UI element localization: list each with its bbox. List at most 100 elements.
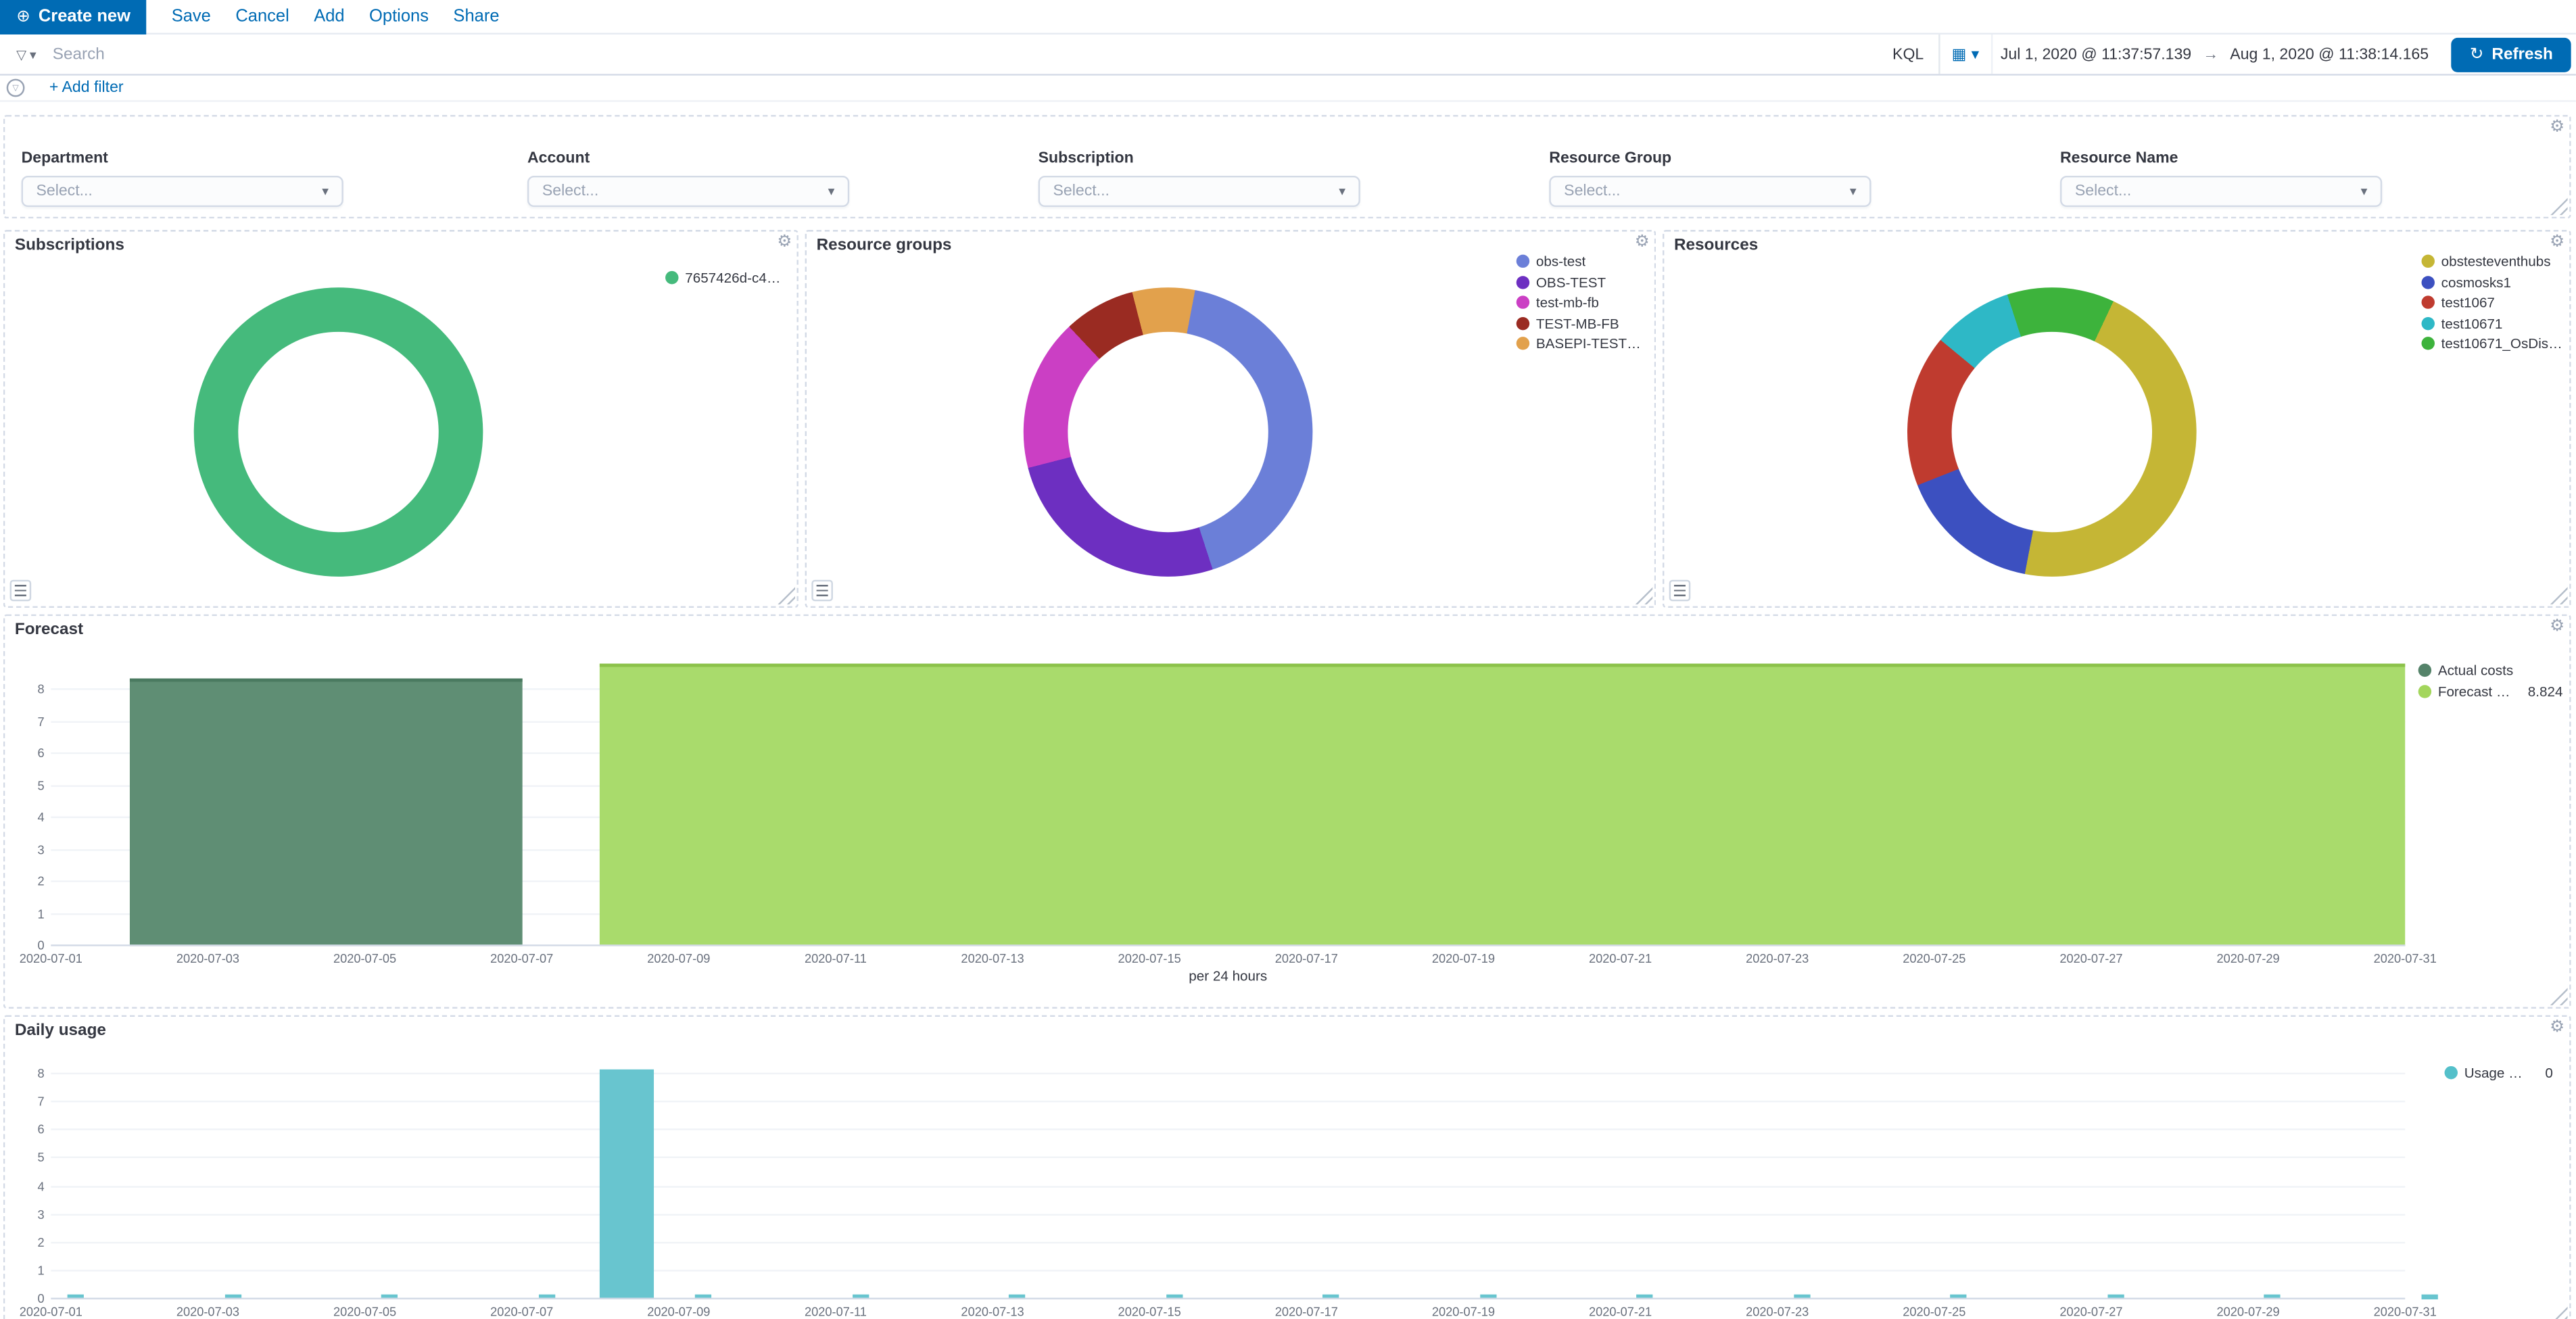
legend-dot-icon <box>1517 316 1529 329</box>
y-axis-tick: 2 <box>8 874 44 889</box>
y-axis-tick: 3 <box>8 1207 44 1222</box>
x-axis-tick: 2020-07-11 <box>794 1304 876 1319</box>
forecast-plot-area[interactable]: 0123456782020-07-012020-07-032020-07-052… <box>51 658 2405 946</box>
add-button[interactable]: Add <box>314 7 344 26</box>
panel-gear-icon[interactable]: ⚙ <box>1635 233 1650 251</box>
legend-dot-icon <box>665 272 678 285</box>
subscriptions-donut-chart[interactable] <box>194 287 483 577</box>
y-axis-tick: 4 <box>8 1179 44 1194</box>
legend-item[interactable]: test10671 <box>2422 313 2563 333</box>
panel-gear-icon[interactable]: ⚙ <box>777 233 792 251</box>
legend-item[interactable]: TEST-MB-FB <box>1517 313 1645 333</box>
panel-resize-handle[interactable] <box>1635 586 1653 604</box>
y-axis-tick: 8 <box>8 682 44 697</box>
x-axis-tick: 2020-07-07 <box>481 951 563 966</box>
filter-options-icon[interactable]: ▽ <box>7 79 25 97</box>
subscriptions-legend: 7657426d-c4c3-44… <box>665 268 787 288</box>
share-button[interactable]: Share <box>453 7 499 26</box>
chevron-down-icon: ▾ <box>828 184 835 199</box>
department-select[interactable]: Select... ▾ <box>22 176 343 207</box>
list-icon <box>1674 585 1686 596</box>
kql-button[interactable]: KQL <box>1878 45 1938 64</box>
panel-title: Resource groups <box>817 237 952 255</box>
legend-dot-icon <box>2422 296 2435 309</box>
panel-title: Forecast <box>15 621 83 639</box>
chevron-down-icon: ▾ <box>30 47 37 62</box>
panel-gear-icon[interactable]: ⚙ <box>2550 118 2565 137</box>
add-filter-button[interactable]: + Add filter <box>49 79 124 97</box>
refresh-icon: ↻ <box>2470 45 2483 64</box>
x-axis-tick: 2020-07-23 <box>1736 951 1818 966</box>
legend-item[interactable]: Actual costs <box>2418 661 2563 681</box>
legend-toggle-button[interactable] <box>811 580 833 602</box>
legend-dot-icon <box>1517 255 1529 268</box>
legend-item[interactable]: OBS-TEST <box>1517 272 1645 292</box>
panel-gear-icon[interactable]: ⚙ <box>2550 1018 2565 1036</box>
resource-name-select[interactable]: Select... ▾ <box>2060 176 2382 207</box>
chevron-down-icon: ▾ <box>1850 184 1857 199</box>
filter-bar: ▽ + Add filter <box>0 76 2576 102</box>
x-axis-tick: 2020-07-21 <box>1579 951 1661 966</box>
control-label: Resource Group <box>1549 149 1871 168</box>
control-label: Account <box>527 149 849 168</box>
x-axis-tick: 2020-07-05 <box>324 1304 406 1319</box>
search-input[interactable] <box>53 34 1878 74</box>
panel-gear-icon[interactable]: ⚙ <box>2550 618 2565 636</box>
control-resource-name: Resource Name Select... ▾ <box>2060 149 2382 207</box>
usage-bar <box>600 1069 654 1299</box>
x-axis-tick: 2020-07-09 <box>638 1304 719 1319</box>
legend-toggle-button[interactable] <box>10 580 32 602</box>
legend-dot-icon <box>2422 276 2435 289</box>
panel-resize-handle[interactable] <box>777 586 795 604</box>
donut-hole <box>1068 332 1268 532</box>
subscription-select[interactable]: Select... ▾ <box>1039 176 1360 207</box>
legend-item[interactable]: cosmosks1 <box>2422 272 2563 292</box>
x-axis-tick: 2020-07-17 <box>1266 1304 1347 1319</box>
legend-item[interactable]: BASEPI-TESTING <box>1517 333 1645 354</box>
panel-title: Subscriptions <box>15 237 124 255</box>
legend-label: test10671 <box>2441 315 2503 331</box>
resources-donut-chart[interactable] <box>1907 287 2197 577</box>
panel-resize-handle[interactable] <box>2550 197 2568 216</box>
legend-toggle-button[interactable] <box>1669 580 1691 602</box>
refresh-button[interactable]: ↻ Refresh <box>2452 37 2571 72</box>
legend-item[interactable]: Forecast costs8.824 <box>2418 681 2563 701</box>
legend-item[interactable]: Usage Details0 <box>2445 1063 2553 1083</box>
date-range-end[interactable]: Aug 1, 2020 @ 11:38:14.165 <box>2222 45 2437 64</box>
x-axis-tick: 2020-07-19 <box>1423 951 1504 966</box>
legend-item[interactable]: 7657426d-c4c3-44… <box>665 268 787 288</box>
cancel-button[interactable]: Cancel <box>235 7 289 26</box>
x-axis-tick: 2020-07-27 <box>2050 1304 2132 1319</box>
select-placeholder: Select... <box>1053 183 1110 201</box>
x-axis-tick: 2020-07-13 <box>951 1304 1033 1319</box>
create-new-button[interactable]: ⊕ Create new <box>0 0 147 34</box>
legend-dot-icon <box>1517 296 1529 309</box>
x-axis-tick: 2020-07-09 <box>638 951 719 966</box>
date-quick-select-button[interactable]: ▦ ▾ <box>1940 34 1993 74</box>
legend-item[interactable]: test10671_OsDisk_1_… <box>2422 333 2563 354</box>
top-navigation: ⊕ Create new Save Cancel Add Options Sha… <box>0 0 2576 34</box>
account-select[interactable]: Select... ▾ <box>527 176 849 207</box>
options-button[interactable]: Options <box>369 7 429 26</box>
legend-item[interactable]: obs-test <box>1517 251 1645 272</box>
panel-gear-icon[interactable]: ⚙ <box>2550 233 2565 251</box>
legend-item[interactable]: test-mb-fb <box>1517 293 1645 313</box>
x-axis-tick: 2020-07-13 <box>951 951 1033 966</box>
legend-item[interactable]: test1067 <box>2422 293 2563 313</box>
saved-query-menu-button[interactable]: ▽ ▾ <box>0 34 53 74</box>
kibana-dashboard-app: ⊕ Create new Save Cancel Add Options Sha… <box>0 0 2576 1319</box>
daily_usage-plot-area[interactable]: 0123456782020-07-012020-07-032020-07-052… <box>51 1066 2405 1299</box>
legend-item[interactable]: obstesteventhubs <box>2422 251 2563 272</box>
legend-dot-icon <box>2418 685 2431 698</box>
y-axis-tick: 1 <box>8 906 44 921</box>
panel-resize-handle[interactable] <box>2550 586 2568 604</box>
save-button[interactable]: Save <box>172 7 211 26</box>
resource-groups-donut-chart[interactable] <box>1024 287 1313 577</box>
x-axis-tick: 2020-07-15 <box>1108 1304 1190 1319</box>
legend-dot-icon <box>2422 316 2435 329</box>
x-axis-tick: 2020-07-31 <box>2364 1304 2446 1319</box>
date-range-start[interactable]: Jul 1, 2020 @ 11:37:57.139 <box>1993 45 2200 64</box>
screenshot-stage: ⊕ Create new Save Cancel Add Options Sha… <box>0 0 2576 1319</box>
resource-group-select[interactable]: Select... ▾ <box>1549 176 1871 207</box>
x-axis-tick: 2020-07-05 <box>324 951 406 966</box>
